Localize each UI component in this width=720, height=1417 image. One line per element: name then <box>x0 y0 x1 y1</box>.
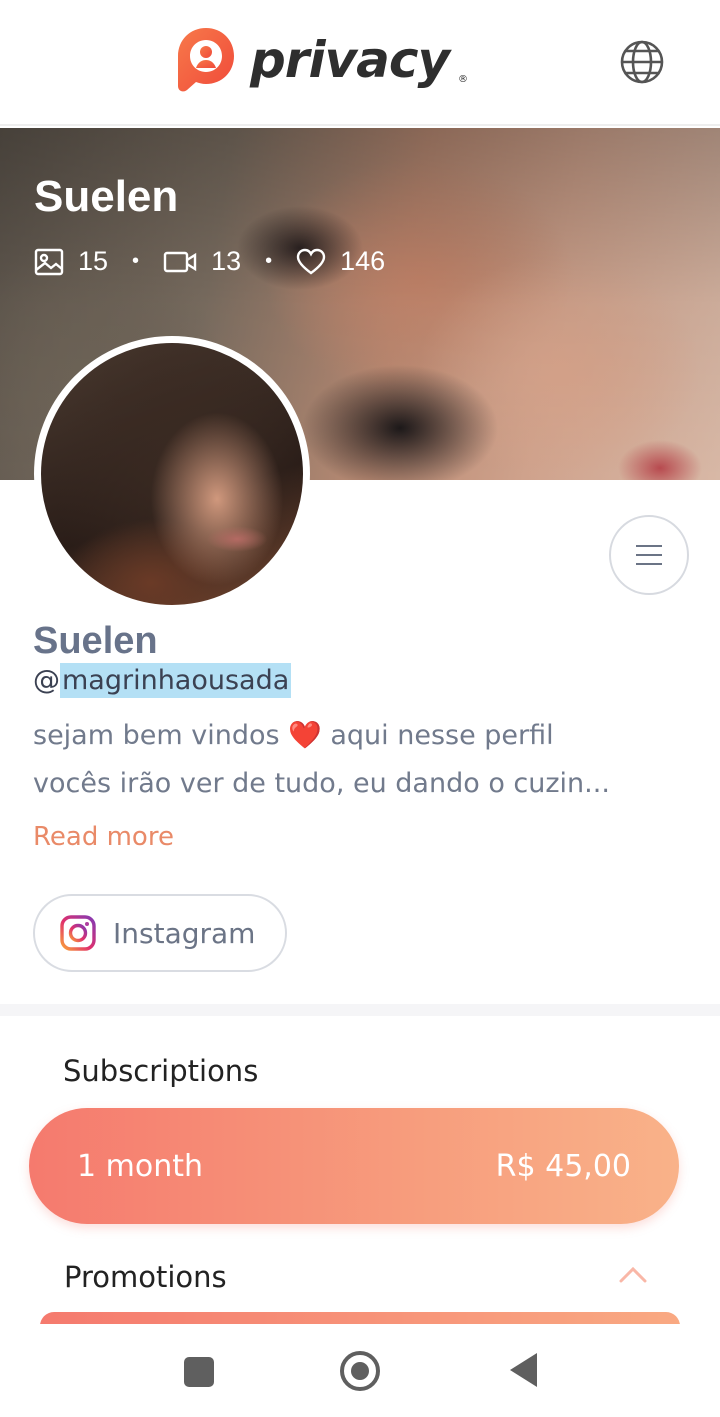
profile-avatar[interactable] <box>34 336 310 612</box>
plan-duration: 1 month <box>77 1148 203 1184</box>
plan-price: R$ 45,00 <box>495 1148 631 1184</box>
photo-count-value: 15 <box>78 246 109 276</box>
logo-text: privacy <box>250 31 450 89</box>
privacy-logo[interactable]: privacy ® <box>172 24 468 96</box>
video-count: 13 <box>163 246 241 277</box>
profile-name: Suelen <box>33 620 158 662</box>
logo-mark-icon <box>178 28 234 92</box>
stats-separator: • <box>265 250 273 272</box>
read-more-link[interactable]: Read more <box>33 822 174 852</box>
promotions-title: Promotions <box>64 1260 227 1294</box>
menu-icon <box>636 545 662 565</box>
stats-separator: • <box>132 250 140 272</box>
like-count: 146 <box>296 246 385 277</box>
video-count-value: 13 <box>211 246 242 276</box>
bio-text: sejam bem vindos <box>33 720 289 751</box>
instagram-button[interactable]: Instagram <box>33 894 287 972</box>
profile-menu-button[interactable] <box>609 515 689 595</box>
bio-text: aqui nesse perfil <box>321 720 554 751</box>
instagram-label: Instagram <box>113 916 256 950</box>
chevron-up-icon[interactable] <box>617 1262 649 1286</box>
like-count-value: 146 <box>340 246 386 276</box>
section-divider <box>0 1004 720 1016</box>
photo-count: 15 <box>34 246 108 277</box>
handle-at: @ <box>33 665 60 696</box>
video-icon <box>163 251 197 272</box>
back-button[interactable] <box>510 1353 537 1387</box>
heart-emoji: ❤️ <box>288 720 322 751</box>
handle-selected-text: magrinhaousada <box>60 663 292 698</box>
system-nav-bar <box>0 1324 720 1417</box>
profile-bio: sejam bem vindos ❤️ aqui nesse perfil vo… <box>33 712 693 808</box>
bio-line-1: sejam bem vindos ❤️ aqui nesse perfil <box>33 712 693 760</box>
instagram-icon <box>60 915 96 951</box>
home-button[interactable] <box>340 1351 380 1391</box>
app-header: privacy ® <box>0 0 720 126</box>
image-icon <box>34 248 64 275</box>
cover-name: Suelen <box>34 172 179 221</box>
subscriptions-title: Subscriptions <box>63 1054 259 1088</box>
bio-line-2: vocês irão ver de tudo, eu dando o cuzin… <box>33 768 610 799</box>
heart-outline-icon <box>296 248 326 274</box>
registered-mark: ® <box>458 74 468 85</box>
subscription-plan-button[interactable]: 1 month R$ 45,00 <box>29 1108 679 1224</box>
recents-button[interactable] <box>184 1357 214 1387</box>
globe-icon[interactable] <box>618 38 666 86</box>
profile-handle[interactable]: @magrinhaousada <box>33 663 292 698</box>
media-stats: 15 • 13 • 146 <box>34 246 385 277</box>
